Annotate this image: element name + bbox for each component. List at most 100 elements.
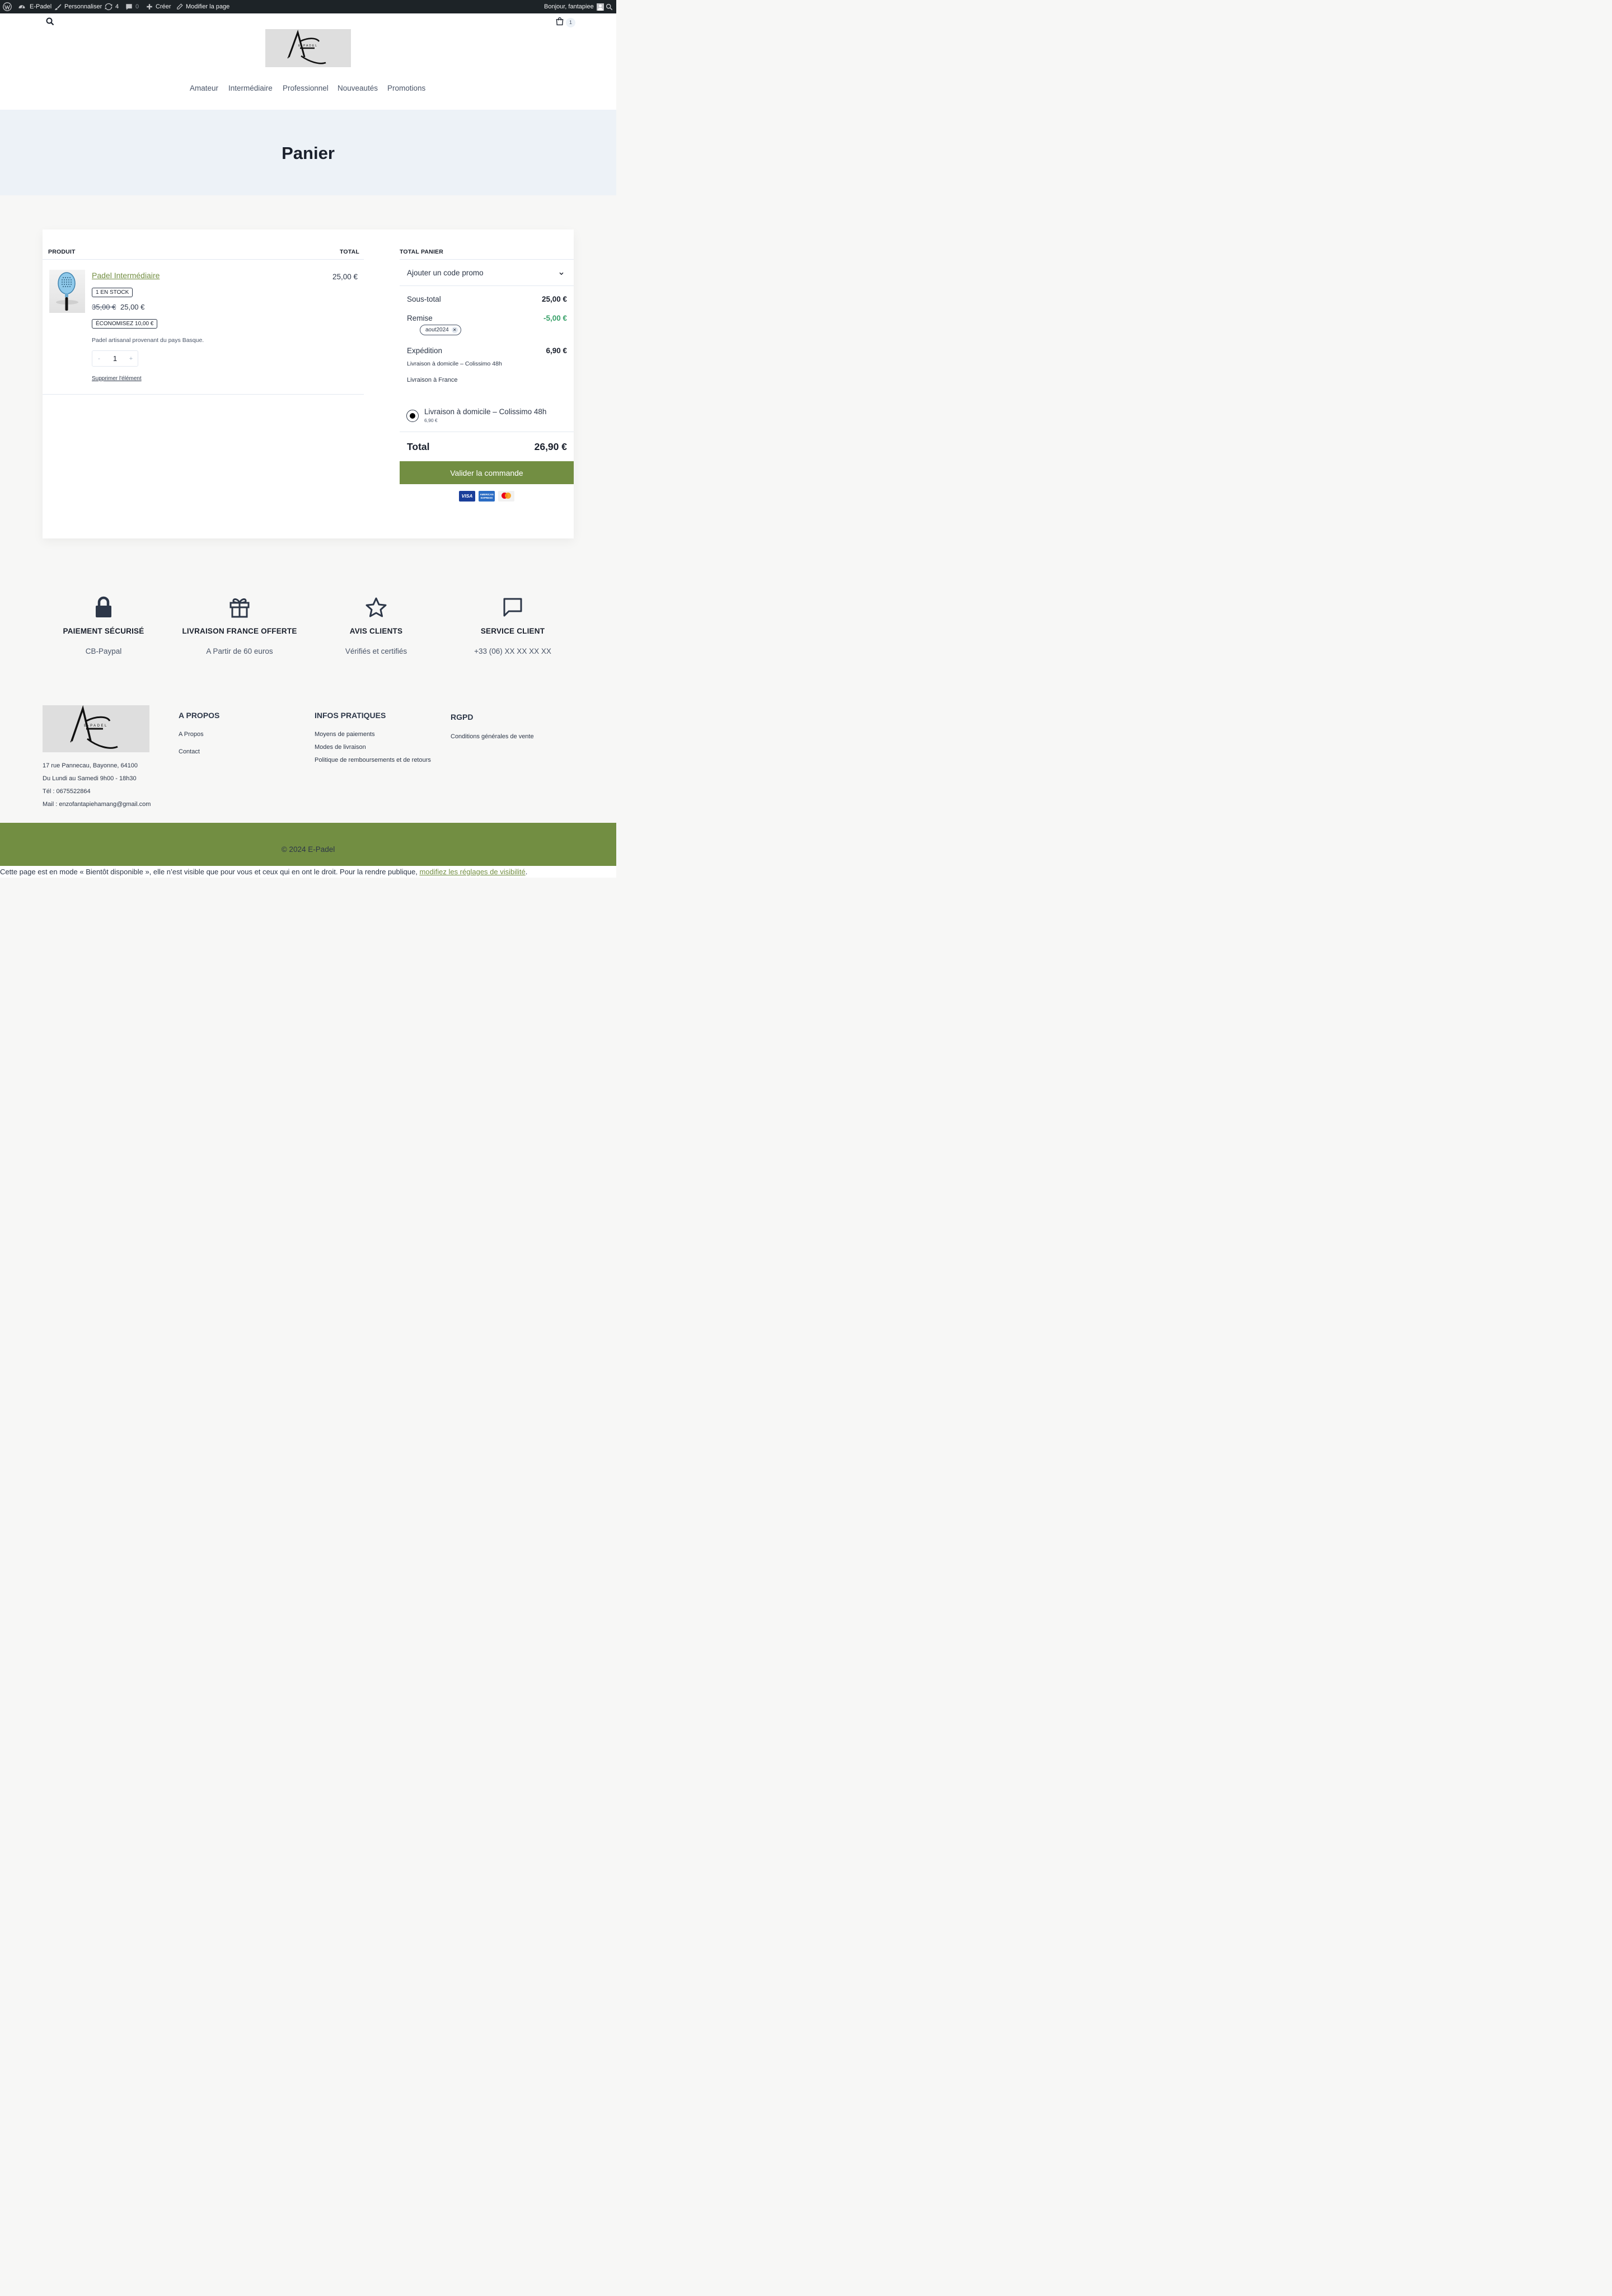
site-header: 1 E-PADEL Amateur Intermédiaire Professi… (0, 13, 616, 110)
divider (43, 394, 364, 395)
comment-icon (125, 3, 133, 11)
feature-secure-payment: PAIEMENT SÉCURISÉ CB-Paypal (42, 594, 165, 655)
customize-link[interactable]: Personnaliser (54, 0, 102, 13)
footer-link-refund-policy[interactable]: Politique de remboursements et de retour… (315, 757, 431, 763)
divider (400, 285, 574, 286)
chevron-down-icon[interactable] (558, 270, 565, 280)
shipping-method: Livraison à domicile – Colissimo 48h (407, 360, 502, 367)
quantity-input[interactable]: 1 (106, 354, 124, 363)
feature-customer-service: SERVICE CLIENT +33 (06) XX XX XX XX (451, 594, 574, 655)
regular-price: 35,00 € (92, 303, 116, 311)
nav-amateur[interactable]: Amateur (190, 84, 218, 92)
site-name-link[interactable]: E-Padel (18, 0, 51, 13)
shipping-option-label[interactable]: Livraison à domicile – Colissimo 48h (424, 407, 546, 416)
quantity-decrease-button[interactable]: - (92, 355, 106, 362)
product-thumbnail[interactable] (49, 270, 85, 313)
logo-mark (287, 30, 326, 64)
shipping-option-price: 6,90 € (424, 418, 438, 423)
star-icon (315, 594, 438, 620)
create-link[interactable]: Créer (146, 0, 171, 13)
page-title: Panier (282, 143, 335, 163)
footer-hours: Du Lundi au Samedi 9h00 - 18h30 (43, 775, 137, 782)
line-total: 25,00 € (332, 273, 358, 281)
feature-title: SERVICE CLIENT (480, 627, 545, 635)
plus-icon (146, 3, 153, 10)
admin-search-icon[interactable] (606, 0, 613, 13)
sale-price: 25,00 € (120, 303, 145, 311)
notice-text: Cette page est en mode « Bientôt disponi… (0, 868, 420, 876)
feature-subtitle: A Partir de 60 euros (206, 647, 273, 655)
footer-phone: Tél : 0675522864 (43, 788, 91, 795)
nav-intermediaire[interactable]: Intermédiaire (228, 84, 273, 92)
feature-free-shipping: LIVRAISON FRANCE OFFERTE A Partir de 60 … (178, 594, 301, 655)
discount-label: Remise (407, 314, 433, 322)
checkout-button[interactable]: Valider la commande (400, 461, 574, 484)
footer-link-terms[interactable]: Conditions générales de vente (451, 733, 534, 740)
discount-value: -5,00 € (543, 314, 567, 322)
coupon-code: aout2024 (425, 327, 449, 333)
savings-badge: ÉCONOMISEZ 10,00 € (92, 319, 158, 329)
subtotal-label: Sous-total (407, 295, 441, 303)
amex-icon: AMERICAN EXPRESS (479, 491, 495, 502)
footer-link-shipping-methods[interactable]: Modes de livraison (315, 744, 366, 751)
footer-heading-about: A PROPOS (179, 711, 220, 720)
shipping-label: Expédition (407, 346, 443, 355)
chat-icon (451, 594, 574, 620)
footer-heading-rgpd: RGPD (451, 713, 474, 721)
remove-coupon-icon[interactable]: ✕ (451, 327, 458, 333)
subtotal-value: 25,00 € (541, 295, 567, 303)
visibility-settings-link[interactable]: modifiez les réglages de visibilité (419, 868, 525, 876)
coupon-chip: aout2024 ✕ (420, 325, 461, 335)
gift-icon (178, 594, 301, 620)
comments-link[interactable]: 0 (125, 0, 139, 13)
quantity-selector: - 1 + (92, 350, 138, 367)
wordpress-logo-icon[interactable] (3, 0, 12, 13)
pencil-icon (176, 3, 183, 10)
footer-link-payment-methods[interactable]: Moyens de paiements (315, 731, 375, 738)
search-icon[interactable] (46, 17, 54, 29)
notice-end: . (525, 868, 528, 876)
shipping-value: 6,90 € (546, 346, 567, 355)
total-label: Total (407, 441, 430, 452)
cart-totals-heading: TOTAL PANIER (400, 249, 444, 255)
avatar (596, 3, 604, 11)
logo-mark (70, 705, 118, 749)
brush-icon (54, 3, 62, 11)
total-value: 26,90 € (534, 441, 567, 452)
shipping-option-radio[interactable] (406, 410, 419, 422)
footer-link-about[interactable]: A Propos (179, 731, 204, 738)
product-name-link[interactable]: Padel Intermédiaire (92, 271, 160, 280)
shipping-destination: Livraison à France (407, 377, 458, 383)
feature-subtitle: Vérifiés et certifiés (345, 647, 407, 655)
shopping-bag-icon (555, 17, 564, 29)
feature-title: AVIS CLIENTS (349, 627, 403, 635)
cart-count-badge: 1 (566, 18, 575, 27)
cart-button[interactable]: 1 (555, 17, 575, 29)
footer-logo[interactable]: E-PADEL (43, 705, 149, 752)
divider (43, 259, 364, 260)
mastercard-icon (498, 491, 514, 502)
remove-item-link[interactable]: Supprimer l'élément (92, 376, 142, 382)
payment-icons: VISA AMERICAN EXPRESS (459, 491, 514, 502)
promo-code-toggle[interactable]: Ajouter un code promo (407, 269, 484, 277)
column-header-product: PRODUIT (48, 249, 76, 255)
footer-heading-info: INFOS PRATIQUES (315, 711, 386, 720)
feature-subtitle: CB-Paypal (85, 647, 122, 655)
admin-bar: E-Padel Personnaliser 4 0 Créer Modifier… (0, 0, 616, 13)
edit-page-link[interactable]: Modifier la page (176, 0, 229, 13)
quantity-increase-button[interactable]: + (124, 355, 138, 362)
nav-promotions[interactable]: Promotions (387, 84, 425, 92)
footer-bottom-bar: © 2024 E-Padel (0, 823, 616, 866)
padel-racket-image (56, 272, 78, 311)
lock-icon (42, 594, 165, 620)
account-menu[interactable]: Bonjour, fantapiee (544, 0, 604, 13)
feature-title: LIVRAISON FRANCE OFFERTE (182, 627, 297, 635)
divider (400, 259, 574, 260)
nav-professionnel[interactable]: Professionnel (283, 84, 329, 92)
refresh-icon (105, 3, 113, 11)
nav-nouveautes[interactable]: Nouveautés (338, 84, 378, 92)
updates-link[interactable]: 4 (105, 0, 119, 13)
site-logo[interactable]: E-PADEL (265, 29, 351, 67)
footer-link-contact[interactable]: Contact (179, 748, 200, 755)
column-header-total: TOTAL (340, 249, 360, 255)
